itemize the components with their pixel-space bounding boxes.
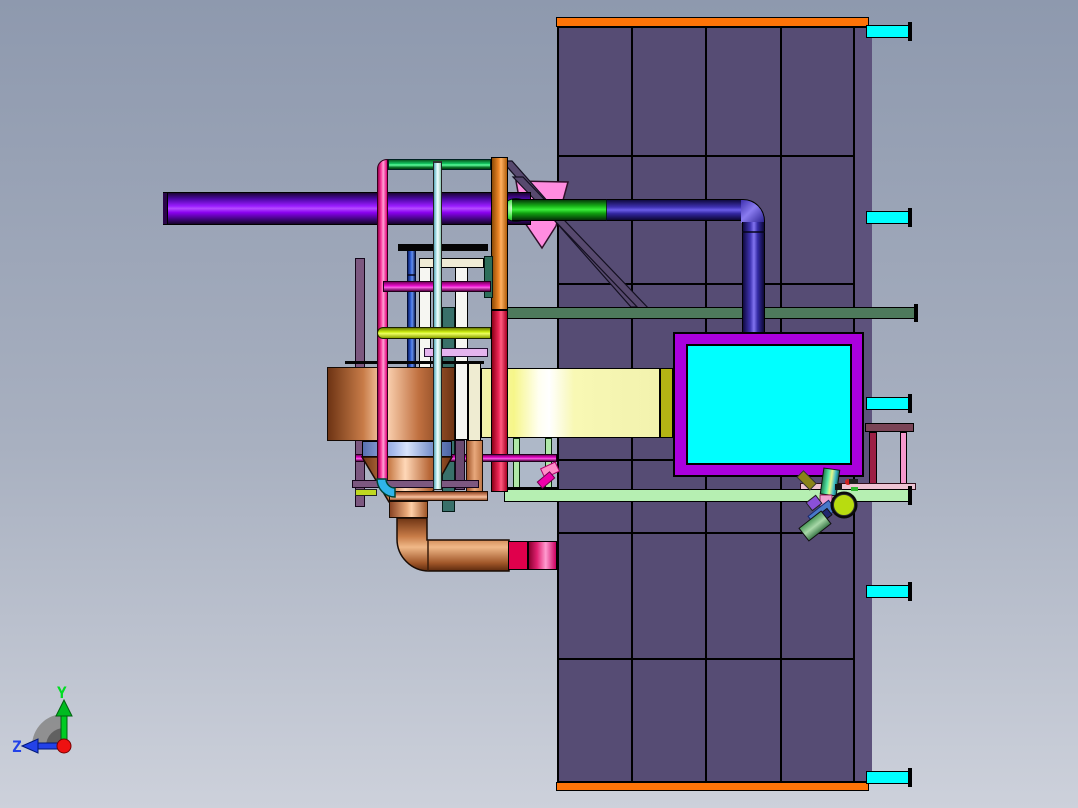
pump-wheel[interactable] (833, 494, 855, 516)
magenta-fitting[interactable] (536, 471, 556, 489)
orientation-triad: Y Z (12, 683, 73, 756)
pump-fitting-green (851, 487, 858, 491)
z-axis-arrowhead[interactable] (20, 738, 39, 754)
agitator-pump[interactable] (796, 467, 858, 542)
z-axis-label: Z (12, 737, 22, 756)
triad-origin (56, 738, 72, 754)
detail-overlay (376, 461, 858, 542)
y-axis-label: Y (57, 683, 67, 702)
pump-shaft[interactable] (819, 467, 841, 497)
pump-fitting-dark (835, 484, 842, 490)
pump-fitting-dark (849, 479, 858, 484)
cyan-elbow[interactable] (376, 478, 396, 498)
pump-olive-arm[interactable] (796, 470, 817, 491)
y-axis-arrowhead[interactable] (55, 698, 73, 717)
cad-viewport: Y Z (0, 0, 1078, 808)
